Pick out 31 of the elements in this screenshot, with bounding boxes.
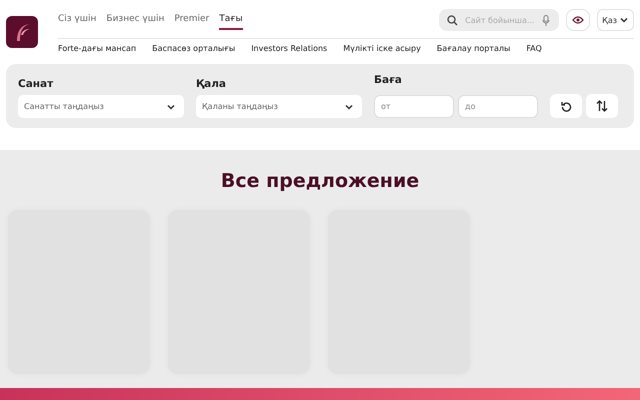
nav-tab[interactable]: Тағы (219, 10, 243, 30)
reset-icon (560, 100, 572, 112)
field-label: Баға (374, 74, 403, 86)
nav-tab[interactable]: Бизнес үшін (106, 10, 164, 30)
category-select[interactable]: Санатты таңдаңыз (18, 95, 184, 118)
language-select[interactable]: Қаз (597, 9, 634, 31)
chevron-down-icon (619, 15, 629, 25)
price-from-field[interactable]: от (374, 95, 454, 118)
nav-link[interactable]: FAQ (526, 44, 542, 53)
logo-icon[interactable] (6, 16, 38, 48)
eye-icon (572, 16, 584, 24)
section-title: Все предложение (220, 170, 420, 192)
nav-tab[interactable]: Premier (174, 10, 210, 30)
microphone-icon[interactable] (542, 14, 550, 26)
sort-icon (596, 100, 608, 112)
city-select[interactable]: Қаланы таңдаңыз (196, 95, 362, 118)
nav-link[interactable]: Мүлікті іске асыру (343, 44, 421, 53)
field-label: Санат (18, 78, 54, 90)
nav-link[interactable]: Investors Relations (251, 44, 328, 53)
search-icon (447, 14, 458, 26)
field-label: Қала (196, 78, 227, 90)
price-to-field[interactable]: до (458, 95, 538, 118)
nav-link[interactable]: Баспасөз орталығы (152, 44, 236, 53)
eye-button[interactable] (566, 9, 590, 31)
sort-button[interactable] (586, 94, 618, 118)
search-input[interactable]: Сайт бойынша... (463, 14, 538, 26)
nav-link[interactable]: Бағалау порталы (436, 44, 510, 53)
nav-link[interactable]: Forte-дағы мансап (58, 44, 136, 53)
search-field[interactable]: Сайт бойынша... (439, 9, 560, 31)
nav-tab[interactable]: Сіз үшін (58, 10, 96, 30)
reset-button[interactable] (550, 94, 582, 118)
